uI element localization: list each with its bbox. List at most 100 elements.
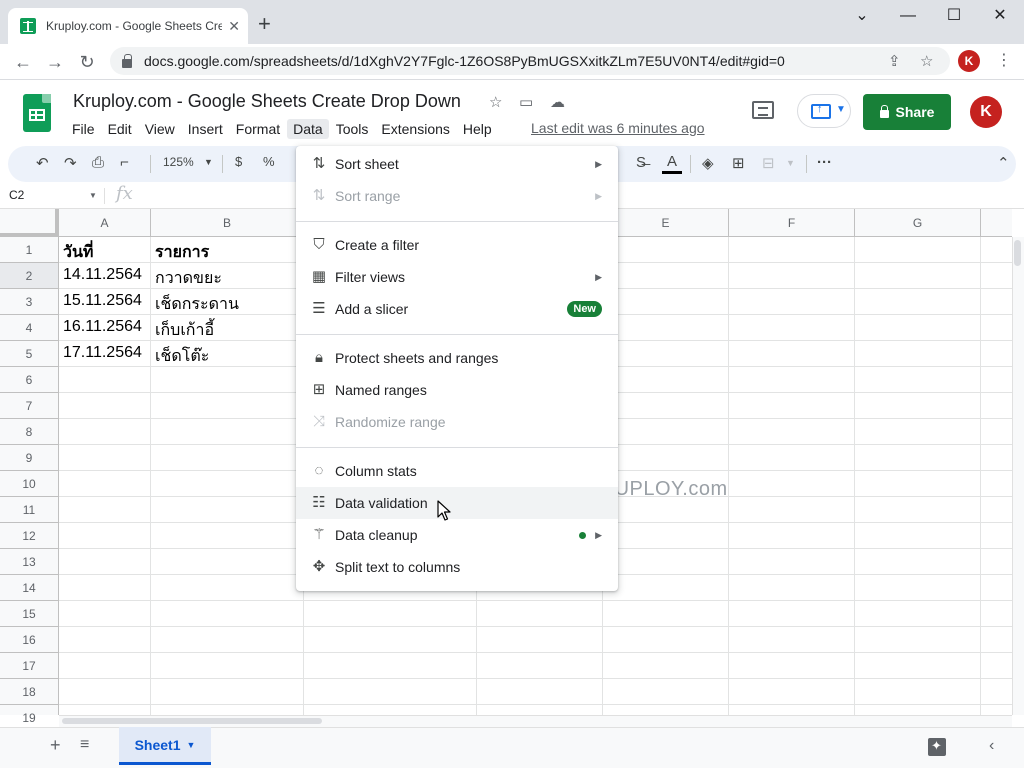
- menu-file[interactable]: File: [66, 119, 101, 139]
- row-header-15[interactable]: 15: [0, 601, 58, 627]
- select-all-corner[interactable]: [0, 209, 59, 237]
- more-options-icon[interactable]: ···: [817, 154, 832, 171]
- maximize-button[interactable]: ☐: [931, 4, 977, 28]
- row-header-8[interactable]: 8: [0, 419, 58, 445]
- menu-data[interactable]: Data: [287, 119, 329, 139]
- row-header-10[interactable]: 10: [0, 471, 58, 497]
- present-button[interactable]: ▼: [797, 94, 851, 128]
- user-avatar[interactable]: K: [970, 96, 1002, 128]
- zoom-select[interactable]: 125%: [163, 155, 194, 169]
- cell-b5[interactable]: เช็ดโต๊ะ: [155, 344, 209, 369]
- fill-color-icon[interactable]: ◈: [702, 154, 714, 172]
- browser-profile-avatar[interactable]: K: [958, 50, 980, 72]
- menu-item-add-a-slicer[interactable]: ☰ Add a slicer New: [296, 293, 618, 325]
- menu-item-create-a-filter[interactable]: ⛉ Create a filter: [296, 229, 618, 261]
- menu-item-data-cleanup[interactable]: ⚚ Data cleanup ▶: [296, 519, 618, 551]
- row-header-9[interactable]: 9: [0, 445, 58, 471]
- row-header-7[interactable]: 7: [0, 393, 58, 419]
- star-icon[interactable]: ☆: [489, 93, 502, 111]
- column-header-a[interactable]: A: [59, 209, 151, 237]
- row-header-16[interactable]: 16: [0, 627, 58, 653]
- column-header-g[interactable]: G: [855, 209, 981, 237]
- all-sheets-button[interactable]: ≡: [80, 736, 89, 754]
- cell-a5[interactable]: 17.11.2564: [63, 344, 142, 362]
- menu-item-named-ranges[interactable]: ⊞ Named ranges: [296, 374, 618, 406]
- comment-history-icon[interactable]: [752, 101, 774, 119]
- move-folder-icon[interactable]: ▭: [519, 93, 533, 111]
- column-header-f[interactable]: F: [729, 209, 855, 237]
- minimize-button[interactable]: —: [885, 4, 931, 28]
- row-header-5[interactable]: 5: [0, 341, 58, 367]
- text-color-icon[interactable]: A: [662, 153, 682, 174]
- last-edit-link[interactable]: Last edit was 6 minutes ago: [531, 120, 705, 136]
- cell-a4[interactable]: 16.11.2564: [63, 318, 142, 336]
- cell-b4[interactable]: เก็บเก้าอี้: [155, 318, 214, 343]
- menu-item-sort-sheet[interactable]: ⇅ Sort sheet ▶: [296, 148, 618, 180]
- document-title[interactable]: Kruploy.com - Google Sheets Create Drop …: [73, 91, 461, 112]
- cell-b3[interactable]: เช็ดกระดาน: [155, 292, 239, 317]
- currency-format-button[interactable]: $: [235, 154, 242, 169]
- vertical-scrollbar[interactable]: [1012, 237, 1024, 715]
- forward-icon[interactable]: →: [45, 52, 65, 72]
- column-header-e[interactable]: E: [603, 209, 729, 237]
- close-window-button[interactable]: ✕: [977, 4, 1023, 28]
- row-header-6[interactable]: 6: [0, 367, 58, 393]
- row-header-2[interactable]: 2: [0, 263, 58, 289]
- redo-icon[interactable]: ↷: [64, 154, 77, 172]
- merge-cells-icon[interactable]: ⊟: [762, 154, 775, 172]
- row-header-3[interactable]: 3: [0, 289, 58, 315]
- menu-item-protect-sheets-and-ranges[interactable]: 🔒︎ Protect sheets and ranges: [296, 342, 618, 374]
- menu-item-data-validation[interactable]: ☷ Data validation: [296, 487, 618, 519]
- cell-a3[interactable]: 15.11.2564: [63, 292, 142, 310]
- menu-insert[interactable]: Insert: [182, 119, 229, 139]
- cell-b1[interactable]: รายการ: [155, 240, 209, 265]
- side-panel-toggle-icon[interactable]: ‹: [989, 737, 994, 755]
- menu-item-filter-views[interactable]: ▦ Filter views ▶: [296, 261, 618, 293]
- row-header-4[interactable]: 4: [0, 315, 58, 341]
- menu-tools[interactable]: Tools: [330, 119, 375, 139]
- row-header-11[interactable]: 11: [0, 497, 58, 523]
- row-header-14[interactable]: 14: [0, 575, 58, 601]
- row-header-18[interactable]: 18: [0, 679, 58, 705]
- row-header-1[interactable]: 1: [0, 237, 58, 263]
- menu-edit[interactable]: Edit: [102, 119, 138, 139]
- reload-icon[interactable]: ↻: [77, 52, 97, 72]
- name-box[interactable]: C2: [9, 188, 24, 202]
- share-page-icon[interactable]: ⇪: [888, 52, 901, 70]
- share-button[interactable]: Share: [863, 94, 951, 130]
- address-bar[interactable]: docs.google.com/spreadsheets/d/1dXghV2Y7…: [110, 47, 950, 75]
- row-header-13[interactable]: 13: [0, 549, 58, 575]
- cell-a2[interactable]: 14.11.2564: [63, 266, 142, 284]
- explore-icon[interactable]: [928, 738, 946, 756]
- menu-item-sort-range[interactable]: ⇅ Sort range ▶: [296, 180, 618, 212]
- new-tab-button[interactable]: +: [258, 12, 271, 36]
- bookmark-star-icon[interactable]: ☆: [920, 52, 933, 70]
- browser-menu-icon[interactable]: ⋮: [996, 50, 1012, 70]
- menu-help[interactable]: Help: [457, 119, 498, 139]
- undo-icon[interactable]: ↶: [36, 154, 49, 172]
- strikethrough-icon[interactable]: S̶: [636, 154, 646, 171]
- percent-format-button[interactable]: %: [263, 154, 275, 169]
- row-header-12[interactable]: 12: [0, 523, 58, 549]
- menu-item-split-text-to-columns[interactable]: ✥ Split text to columns: [296, 551, 618, 583]
- print-icon[interactable]: ⎙: [92, 154, 104, 171]
- sheet-tab[interactable]: Sheet1 ▼: [119, 727, 211, 765]
- tab-search-button[interactable]: ⌄: [839, 4, 885, 28]
- vertical-scroll-thumb[interactable]: [1014, 240, 1021, 266]
- add-sheet-button[interactable]: +: [50, 735, 61, 756]
- collapse-toolbar-icon[interactable]: ⌃: [997, 154, 1010, 172]
- tab-close-icon[interactable]: ✕: [228, 18, 240, 35]
- column-header-b[interactable]: B: [151, 209, 304, 237]
- menu-extensions[interactable]: Extensions: [375, 119, 455, 139]
- cell-b2[interactable]: กวาดขยะ: [155, 266, 222, 291]
- sheets-logo-icon[interactable]: [23, 94, 51, 132]
- menu-format[interactable]: Format: [230, 119, 286, 139]
- browser-tab[interactable]: Kruploy.com - Google Sheets Cre ✕: [8, 8, 248, 44]
- menu-item-column-stats[interactable]: ◌ Column stats: [296, 455, 618, 487]
- menu-item-randomize-range[interactable]: ⤨ Randomize range: [296, 406, 618, 438]
- horizontal-scroll-thumb[interactable]: [62, 718, 322, 724]
- paint-format-icon[interactable]: ⌐: [120, 154, 129, 171]
- menu-view[interactable]: View: [139, 119, 181, 139]
- cell-a1[interactable]: วันที่: [63, 240, 93, 265]
- row-header-17[interactable]: 17: [0, 653, 58, 679]
